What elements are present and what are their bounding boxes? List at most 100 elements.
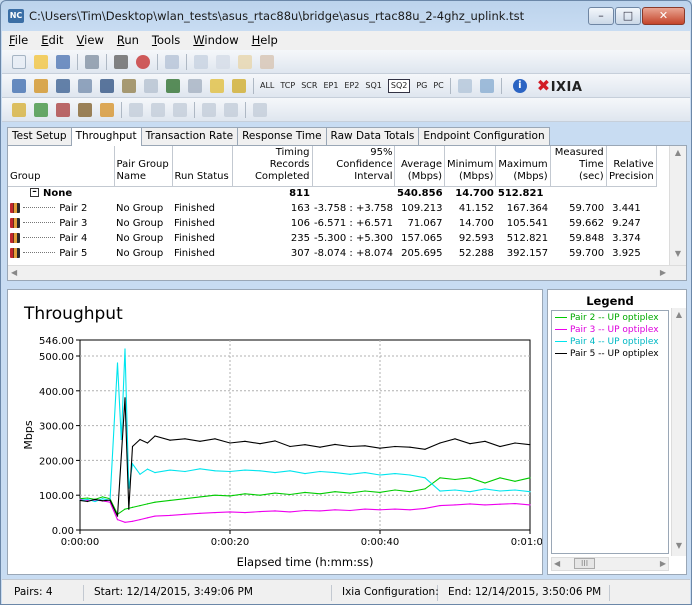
info-icon[interactable]: i [512,79,527,93]
refresh-icon[interactable] [457,79,472,93]
menu-window[interactable]: Window [186,31,244,47]
legend-item[interactable]: Pair 4 -- UP optiplex [555,337,659,347]
paste-icon[interactable] [216,55,230,69]
find-icon[interactable] [238,55,252,69]
wizard-icon[interactable] [100,103,114,117]
stop-icon[interactable] [136,55,150,69]
group-icon[interactable] [78,79,92,93]
report-icon[interactable] [188,79,202,93]
copy-icon[interactable] [165,55,179,69]
scroll-down-icon[interactable]: ▼ [670,249,686,258]
grid-vertical-scrollbar[interactable]: ▲ ▼ [669,146,686,266]
tree-line [23,207,56,208]
split-icon[interactable] [202,103,216,117]
run-status-cell: Finished [174,232,215,244]
abort-icon[interactable] [56,103,70,117]
add-pair-icon[interactable] [194,55,208,69]
legend-item[interactable]: Pair 5 -- UP optiplex [555,349,659,359]
filter-tcp[interactable]: TCP [280,81,295,90]
collapse-tree-icon[interactable]: – [30,188,39,198]
col-header-precision[interactable]: Relative Precision [606,146,657,187]
grid-horizontal-scrollbar[interactable]: ◀ ▶ [8,265,686,280]
tab-test-setup[interactable]: Test Setup [7,127,72,145]
script-icon[interactable] [122,79,136,93]
minimize-button[interactable]: – [588,7,614,25]
chart-icon[interactable] [166,79,180,93]
toolbar-run [2,98,690,122]
data-point [484,488,486,490]
scroll-up-icon[interactable]: ▲ [672,310,686,319]
scroll-thumb[interactable]: III [574,558,596,569]
expand-icon[interactable] [129,103,143,117]
group-row[interactable]: – None 811 540.856 14.700 512.821 [8,186,656,201]
title-bar[interactable]: NC C:\Users\Tim\Desktop\wlan_tests\asus_… [1,1,691,31]
open-folder-icon[interactable] [34,55,48,69]
filter-ep2[interactable]: EP2 [344,81,359,90]
col-header-measured[interactable]: Measured Time (sec) [550,146,607,187]
filter-scr[interactable]: SCR [301,81,317,90]
col-header-group[interactable]: Group [8,146,115,187]
settings-icon[interactable] [78,103,92,117]
menu-run[interactable]: Run [110,31,145,47]
scroll-down-icon[interactable]: ▼ [672,541,686,550]
pair-icon[interactable] [56,79,70,93]
multicast-icon[interactable] [100,79,114,93]
monitor-icon[interactable] [479,79,494,93]
legend-item[interactable]: Pair 3 -- UP optiplex [555,325,659,335]
filter-pc[interactable]: PC [433,81,443,90]
edit-icon[interactable] [144,79,158,93]
tab-throughput[interactable]: Throughput [70,127,142,146]
print-icon[interactable] [85,55,99,69]
table-row[interactable]: Pair 2 No Group Finished 163 -3.758 : +3… [8,201,656,216]
col-header-confidence[interactable]: 95% Confidence Interval [312,146,396,187]
options-icon[interactable] [210,79,224,93]
tab-endpoint-configuration[interactable]: Endpoint Configuration [418,127,550,145]
tab-response-time[interactable]: Response Time [237,127,327,145]
scroll-right-icon[interactable]: ▶ [660,559,666,568]
group-cell-empty [172,186,232,201]
endpoint-icon[interactable] [34,79,48,93]
run-icon[interactable] [12,103,26,117]
col-header-run-status[interactable]: Run Status [172,146,233,187]
menu-edit[interactable]: Edit [34,31,69,47]
tab-transaction-rate[interactable]: Transaction Rate [140,127,239,145]
cut-icon[interactable] [114,55,128,69]
menu-help[interactable]: Help [245,31,284,47]
menu-view[interactable]: View [70,31,110,47]
new-file-icon[interactable] [12,55,26,69]
table-icon[interactable] [253,103,267,117]
col-header-timing[interactable]: Timing Records Completed [232,146,313,187]
table-row[interactable]: Pair 3 No Group Finished 106 -6.571 : +6… [8,216,656,231]
maximize-button[interactable]: □ [615,7,641,25]
filter-ep1[interactable]: EP1 [323,81,338,90]
close-button[interactable]: ✕ [642,7,685,25]
scroll-right-icon[interactable]: ▶ [660,268,666,277]
filter-sq2[interactable]: SQ2 [387,79,411,93]
merge-icon[interactable] [224,103,238,117]
col-header-average[interactable]: Average (Mbps) [394,146,446,187]
scroll-left-icon[interactable]: ◀ [554,559,560,568]
filter-all[interactable]: ALL [260,81,274,90]
legend-vertical-scrollbar[interactable]: ▲ ▼ [671,308,686,556]
save-icon[interactable] [56,55,70,69]
filter-sq1[interactable]: SQ1 [365,81,381,90]
col-header-maximum[interactable]: Maximum (Mbps) [495,146,551,187]
menu-tools[interactable]: Tools [145,31,186,47]
scroll-left-icon[interactable]: ◀ [11,268,17,277]
menu-file[interactable]: File [2,31,34,47]
tab-raw-data-totals[interactable]: Raw Data Totals [325,127,420,145]
link-icon[interactable] [173,103,187,117]
col-header-pair-group[interactable]: Pair Group Name [114,146,173,187]
network-icon[interactable] [12,79,26,93]
table-row[interactable]: Pair 4 No Group Finished 235 -5.300 : +5… [8,231,656,246]
collapse-icon[interactable] [151,103,165,117]
col-header-minimum[interactable]: Minimum (Mbps) [444,146,497,187]
delete-icon[interactable] [260,55,274,69]
legend-horizontal-scrollbar[interactable]: ◀ III ▶ [551,557,669,571]
sort-icon[interactable] [232,79,246,93]
legend-item[interactable]: Pair 2 -- UP optiplex [555,313,659,323]
filter-pg[interactable]: PG [416,81,427,90]
table-row[interactable]: Pair 5 No Group Finished 307 -8.074 : +8… [8,246,656,261]
scroll-up-icon[interactable]: ▲ [670,148,686,157]
run-fast-icon[interactable] [34,103,48,117]
